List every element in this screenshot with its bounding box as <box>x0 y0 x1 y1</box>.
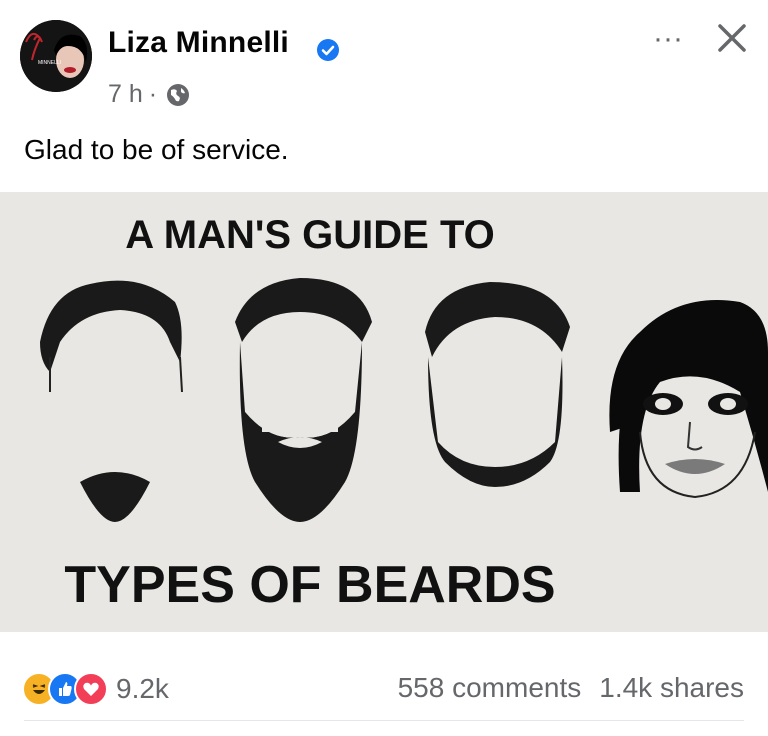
author-name[interactable]: Liza Minnelli <box>108 26 289 60</box>
post-caption: Glad to be of service. <box>24 134 289 165</box>
image-title-bottom: TYPES OF BEARDS <box>64 556 555 614</box>
verified-badge-icon <box>317 39 339 61</box>
avatar-wordmark: MINNELLI <box>38 60 61 66</box>
engagement-stats: 558 comments 1.4k shares <box>398 672 744 704</box>
post-image[interactable]: A MAN'S GUIDE TO TYPES OF BEARDS <box>0 192 768 632</box>
shares-count[interactable]: 1.4k shares <box>599 672 744 704</box>
post-header: MINNELLI Liza Minnelli 7 h · ··· <box>0 0 768 120</box>
close-icon[interactable] <box>712 18 752 58</box>
post-footer: 9.2k 558 comments 1.4k shares <box>0 632 768 736</box>
post-timestamp[interactable]: 7 h <box>108 80 143 109</box>
reaction-count: 9.2k <box>116 673 169 704</box>
more-horizontal-icon: ··· <box>653 22 683 55</box>
author-avatar[interactable]: MINNELLI <box>20 20 92 92</box>
post-meta: 7 h · <box>108 80 191 109</box>
more-options-button[interactable]: ··· <box>648 24 688 54</box>
globe-icon[interactable] <box>165 82 191 108</box>
love-icon <box>74 672 108 706</box>
footer-divider <box>24 720 744 721</box>
comments-count[interactable]: 558 comments <box>398 672 582 704</box>
reactions-summary[interactable]: 9.2k <box>22 672 169 706</box>
meta-separator: · <box>148 80 158 108</box>
image-title-top: A MAN'S GUIDE TO <box>125 213 495 257</box>
